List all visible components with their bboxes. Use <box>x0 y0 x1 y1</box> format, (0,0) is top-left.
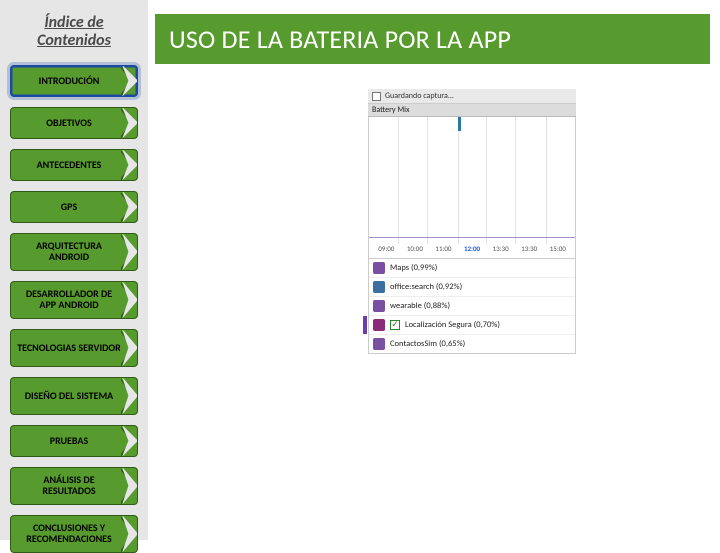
sidebar-title: Índice de Contenidos <box>0 0 148 61</box>
tick: 13:30 <box>486 244 515 258</box>
nav-label: DISEÑO DEL SISTEMA <box>25 391 114 402</box>
nav-label: TECNOLOGIAS SERVIDOR <box>17 343 121 354</box>
nav-diseno-sistema[interactable]: DISEÑO DEL SISTEMA <box>10 377 138 415</box>
nav-gps[interactable]: GPS <box>10 191 138 223</box>
chart-x-axis: 09:00 10:00 11:00 12:00 13:30 13:30 15:0… <box>369 244 575 258</box>
highlight-bar <box>363 316 367 334</box>
checkbox-icon: ✓ <box>390 320 400 330</box>
nav-label: CONCLUSIONES Y RECOMENDACIONES <box>17 523 121 544</box>
screenshot-statusbar: Guardando captura... <box>368 89 576 104</box>
chevron-right-icon <box>121 108 137 138</box>
app-icon <box>373 300 385 312</box>
legend-row-maps[interactable]: Maps (0,99%) <box>369 259 575 277</box>
nav-label: ANÁLISIS DE RESULTADOS <box>17 475 121 496</box>
nav-label: GPS <box>61 202 77 213</box>
chevron-right-icon <box>121 330 137 366</box>
sidebar-nav: INTRODUCIÓN OBJETIVOS ANTECEDENTES GPS A… <box>0 61 148 553</box>
nav-label: PRUEBAS <box>50 436 88 447</box>
screenshot-panel: Guardando captura... Battery Mix 09:00 1… <box>368 89 576 354</box>
tick: 11:00 <box>429 244 458 258</box>
nav-tecnologias-servidor[interactable]: TECNOLOGIAS SERVIDOR <box>10 329 138 367</box>
saving-label: Guardando captura... <box>385 91 454 101</box>
legend-row-wearable[interactable]: wearable (0,88%) <box>369 296 575 315</box>
chevron-right-icon <box>121 282 137 318</box>
nav-label: ARQUITECTURA ANDROID <box>17 241 121 262</box>
legend-label: Localización Segura (0,70%) <box>405 320 500 330</box>
nav-conclusiones[interactable]: CONCLUSIONES Y RECOMENDACIONES <box>10 515 138 553</box>
chevron-right-icon <box>121 468 137 504</box>
chevron-right-icon <box>121 378 137 414</box>
nav-analisis-resultados[interactable]: ANÁLISIS DE RESULTADOS <box>10 467 138 505</box>
chevron-right-icon <box>121 66 137 96</box>
chevron-right-icon <box>121 516 137 552</box>
legend-label: office:search (0,92%) <box>390 282 462 292</box>
save-icon <box>372 92 381 101</box>
chevron-right-icon <box>121 426 137 456</box>
chevron-right-icon <box>121 192 137 222</box>
nav-introduccion[interactable]: INTRODUCIÓN <box>10 65 138 97</box>
nav-arquitectura-android[interactable]: ARQUITECTURA ANDROID <box>10 233 138 271</box>
chevron-right-icon <box>121 234 137 270</box>
nav-label: INTRODUCIÓN <box>39 76 100 87</box>
chart-series-line <box>369 237 575 238</box>
battery-legend: Maps (0,99%) office:search (0,92%) weara… <box>368 259 576 354</box>
nav-antecedentes[interactable]: ANTECEDENTES <box>10 149 138 181</box>
nav-objetivos[interactable]: OBJETIVOS <box>10 107 138 139</box>
current-time-marker <box>458 117 461 131</box>
slide-title-bar: USO DE LA BATERIA POR LA APP <box>155 14 710 64</box>
slide-title: USO DE LA BATERIA POR LA APP <box>169 23 511 55</box>
sidebar-title-l1: Índice de <box>44 13 103 32</box>
nav-label: OBJETIVOS <box>46 118 91 129</box>
nav-label: ANTECEDENTES <box>37 160 102 171</box>
nav-desarrollador-app-android[interactable]: DESARROLLADOR DE APP ANDROID <box>10 281 138 319</box>
legend-label: Maps (0,99%) <box>390 263 437 273</box>
tick: 09:00 <box>372 244 401 258</box>
legend-row-office-search[interactable]: office:search (0,92%) <box>369 277 575 296</box>
battery-chart: 09:00 10:00 11:00 12:00 13:30 13:30 15:0… <box>368 117 576 259</box>
tick: 10:00 <box>401 244 430 258</box>
legend-row-localizacion-segura[interactable]: ✓ Localización Segura (0,70%) <box>369 315 575 334</box>
app-icon <box>373 262 385 274</box>
legend-label: wearable (0,88%) <box>390 301 450 311</box>
app-icon <box>373 281 385 293</box>
screenshot-section-label: Battery Mix <box>368 104 576 117</box>
app-icon <box>373 338 385 350</box>
legend-row-contactossim[interactable]: ContactosSim (0,65%) <box>369 334 575 353</box>
nav-pruebas[interactable]: PRUEBAS <box>10 425 138 457</box>
nav-label: DESARROLLADOR DE APP ANDROID <box>17 289 121 310</box>
sidebar: Índice de Contenidos INTRODUCIÓN OBJETIV… <box>0 0 148 540</box>
sidebar-title-l2: Contenidos <box>37 31 111 50</box>
app-icon <box>373 319 385 331</box>
legend-label: ContactosSim (0,65%) <box>390 339 465 349</box>
tick: 13:30 <box>515 244 544 258</box>
chevron-right-icon <box>121 150 137 180</box>
tick-current: 12:00 <box>458 244 487 258</box>
tick: 15:00 <box>543 244 572 258</box>
